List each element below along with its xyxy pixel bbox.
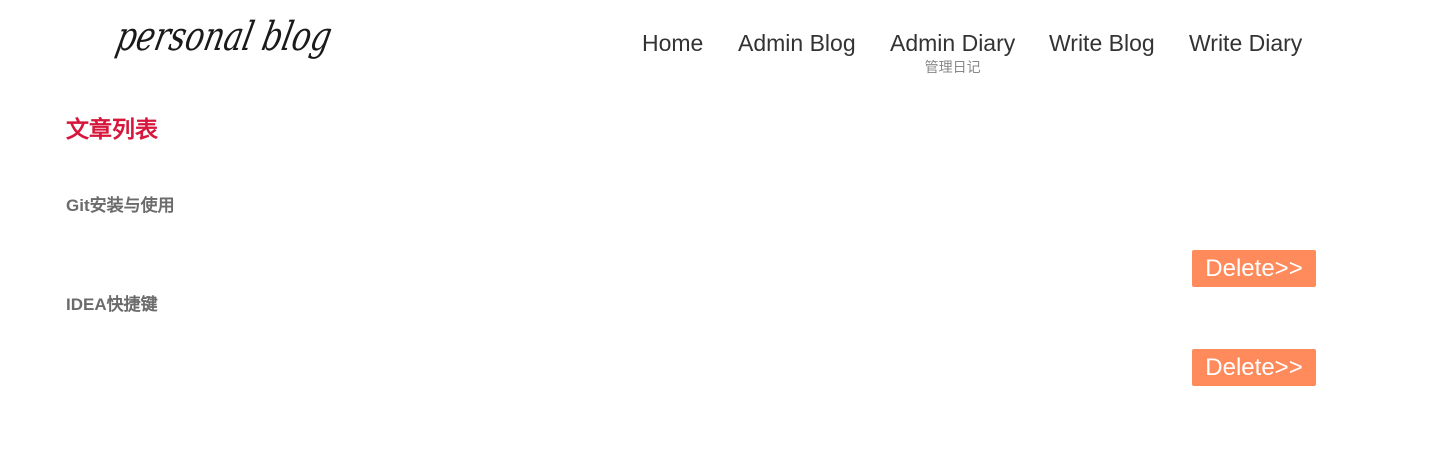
nav-admin-blog[interactable]: Admin Blog	[738, 30, 856, 57]
nav-home[interactable]: Home	[642, 30, 703, 57]
nav-write-diary[interactable]: Write Diary	[1189, 30, 1302, 57]
delete-button[interactable]: Delete>>	[1192, 250, 1316, 287]
nav-admin-diary[interactable]: Admin Diary 管理日记	[890, 30, 1016, 75]
logo-text: personal blog	[114, 14, 336, 60]
article-title[interactable]: Git安装与使用	[66, 191, 175, 216]
delete-button[interactable]: Delete>>	[1192, 349, 1316, 386]
logo-image: personal blog	[114, 14, 336, 60]
nav-admin-diary-tooltip: 管理日记	[924, 59, 981, 75]
nav-write-blog[interactable]: Write Blog	[1049, 30, 1155, 57]
article-title[interactable]: IDEA快捷键	[66, 290, 158, 315]
section-title: 文章列表	[66, 116, 158, 142]
site-logo[interactable]: personal blog	[114, 14, 336, 68]
nav-admin-diary-label: Admin Diary	[890, 30, 1016, 56]
